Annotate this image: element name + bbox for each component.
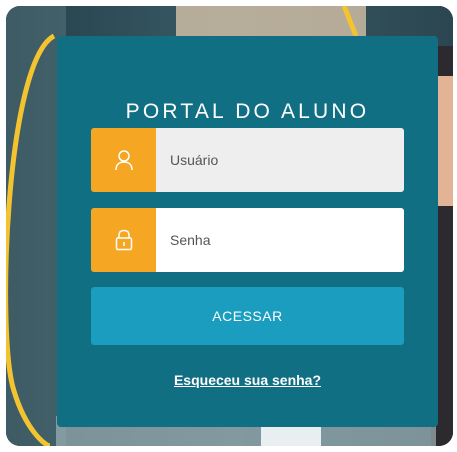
password-field[interactable] [91, 208, 404, 272]
lock-icon [91, 208, 156, 272]
username-input[interactable] [156, 128, 404, 192]
login-page: PORTAL DO ALUNO ACESSAR Esqueceu su [6, 6, 453, 446]
user-icon [91, 128, 156, 192]
login-button[interactable]: ACESSAR [91, 287, 404, 345]
password-input[interactable] [156, 208, 404, 272]
login-card: PORTAL DO ALUNO ACESSAR Esqueceu su [57, 36, 438, 427]
forgot-password-link[interactable]: Esqueceu sua senha? [57, 372, 438, 388]
page-title: PORTAL DO ALUNO [125, 100, 370, 123]
username-field[interactable] [91, 128, 404, 192]
